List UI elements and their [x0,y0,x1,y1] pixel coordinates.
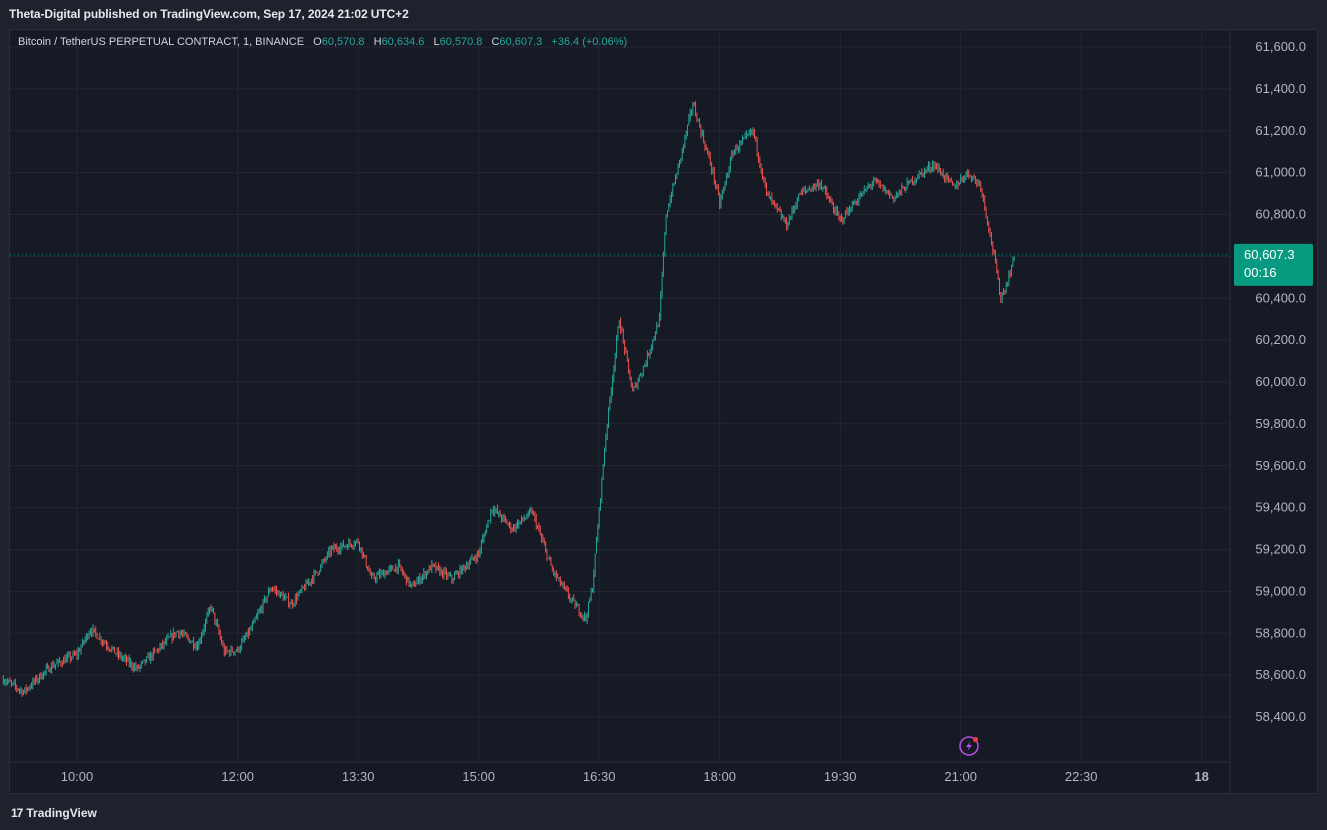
y-tick-label: 60,000.0 [1255,374,1306,389]
legend-high-label: H [373,36,382,48]
y-tick-label: 58,400.0 [1255,709,1306,724]
y-tick-label: 59,800.0 [1255,416,1306,431]
x-tick-label: 18:00 [703,769,736,784]
legend-low: 60,570.8 [439,36,483,48]
countdown-label: 00:16 [1244,265,1277,280]
chart-grid [10,30,1230,762]
x-tick-label: 13:30 [342,769,375,784]
y-tick-label: 58,800.0 [1255,625,1306,640]
legend-change: +36.4 (+0.06%) [551,36,628,48]
chart-axes: 58,400.0 58,600.0 58,800.0 59,000.0 59,200.0… [10,30,1306,793]
x-tick-label: 10:00 [61,769,94,784]
x-tick-label: 12:00 [221,769,254,784]
y-tick-label: 61,200.0 [1255,123,1306,138]
y-tick-label: 61,600.0 [1255,39,1306,54]
y-tick-label: 61,000.0 [1255,165,1306,180]
y-tick-label: 58,600.0 [1255,667,1306,682]
legend-close: 60,607.3 [499,36,543,48]
footer-bar [0,796,1327,830]
y-tick-label: 59,600.0 [1255,458,1306,473]
x-tick-label: 15:00 [462,769,495,784]
last-price-label: 60,607.3 [1244,247,1295,262]
alert-bolt-icon [959,736,979,756]
legend-open-label: O [313,36,322,48]
x-tick-label: 21:00 [944,769,977,784]
symbol-legend: Bitcoin / TetherUS PERPETUAL CONTRACT, 1… [18,36,627,48]
legend-symbol: Bitcoin / TetherUS PERPETUAL CONTRACT, 1… [18,36,305,48]
x-tick-label: 16:30 [583,769,616,784]
y-tick-label: 60,400.0 [1255,290,1306,305]
candle-series [2,101,1015,697]
legend-high: 60,634.6 [381,36,425,48]
chart-overlay: 60,607.3 00:16 [10,243,1313,756]
candlestick-chart[interactable]: 58,400.0 58,600.0 58,800.0 59,000.0 59,200.0… [0,0,1327,830]
x-tick-label: 18 [1194,769,1208,784]
tradingview-logo-icon: 17 [11,806,23,820]
brand-label: TradingView [26,806,97,820]
y-tick-label: 59,000.0 [1255,583,1306,598]
y-tick-label: 60,200.0 [1255,332,1306,347]
y-tick-label: 59,200.0 [1255,542,1306,557]
y-tick-label: 60,800.0 [1255,207,1306,222]
y-tick-label: 61,400.0 [1255,81,1306,96]
y-tick-label: 59,400.0 [1255,500,1306,515]
x-tick-label: 22:30 [1065,769,1098,784]
legend-open: 60,570.8 [321,36,365,48]
tradingview-brand[interactable]: 17 TradingView [11,806,97,820]
x-tick-label: 19:30 [824,769,857,784]
